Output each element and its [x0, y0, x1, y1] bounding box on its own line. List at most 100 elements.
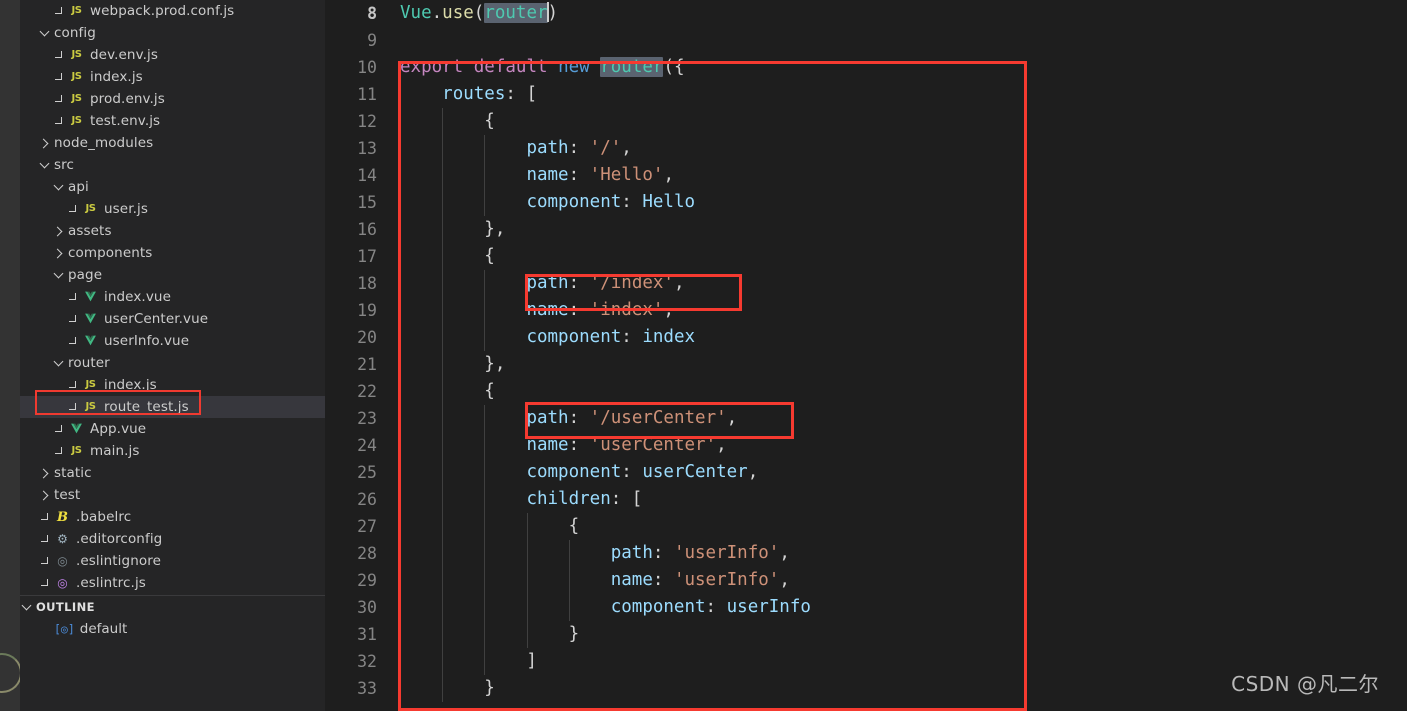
chevron-right-icon[interactable]: [38, 466, 52, 480]
code-line-text[interactable]: name: 'index',: [387, 297, 1407, 324]
code-line[interactable]: 18 path: '/index',: [325, 270, 1407, 297]
line-number: 16: [357, 220, 377, 239]
file-tree-row[interactable]: JS main.js: [20, 440, 325, 462]
file-tree-row[interactable]: JS test.env.js: [20, 110, 325, 132]
file-tree-row[interactable]: components: [20, 242, 325, 264]
chevron-down-icon[interactable]: [20, 600, 34, 614]
file-tree-row[interactable]: JS dev.env.js: [20, 44, 325, 66]
explorer-sidebar[interactable]: JS webpack.prod.conf.js config JS dev.env.js…: [20, 0, 325, 711]
chevron-down-icon[interactable]: [52, 180, 66, 194]
file-tree-row[interactable]: userCenter.vue: [20, 308, 325, 330]
file-tree-row[interactable]: JS route_test.js: [20, 396, 325, 418]
code-line[interactable]: 20 component: index: [325, 324, 1407, 351]
code-line[interactable]: 31 }: [325, 621, 1407, 648]
code-content[interactable]: 8 Vue.use(router) 9 10 export default new ro…: [325, 0, 1407, 702]
file-tree-row[interactable]: config: [20, 22, 325, 44]
code-line[interactable]: 14 name: 'Hello',: [325, 162, 1407, 189]
file-tree-row[interactable]: JS index.js: [20, 66, 325, 88]
code-line[interactable]: 9: [325, 27, 1407, 54]
outline-section-header[interactable]: OUTLINE: [20, 596, 325, 618]
file-tree[interactable]: JS webpack.prod.conf.js config JS dev.env.js…: [20, 0, 325, 594]
chevron-right-icon[interactable]: [52, 246, 66, 260]
code-line[interactable]: 21 },: [325, 351, 1407, 378]
outline-item[interactable]: [◎] default: [20, 618, 325, 640]
code-line[interactable]: 23 path: '/userCenter',: [325, 405, 1407, 432]
code-line-text[interactable]: {: [387, 378, 1407, 405]
file-tree-row[interactable]: B .babelrc: [20, 506, 325, 528]
code-line-text[interactable]: export default new router({: [387, 54, 1407, 81]
file-tree-row[interactable]: page: [20, 264, 325, 286]
code-line[interactable]: 8 Vue.use(router): [325, 0, 1407, 27]
code-token: path: [526, 408, 569, 428]
code-line[interactable]: 11 routes: [: [325, 81, 1407, 108]
code-editor[interactable]: 8 Vue.use(router) 9 10 export default new ro…: [325, 0, 1407, 711]
code-line[interactable]: 26 children: [: [325, 486, 1407, 513]
code-line-text[interactable]: {: [387, 513, 1407, 540]
code-line-text[interactable]: name: 'userInfo',: [387, 567, 1407, 594]
file-tree-row[interactable]: JS index.js: [20, 374, 325, 396]
file-tree-row[interactable]: index.vue: [20, 286, 325, 308]
code-line-text[interactable]: Vue.use(router): [387, 0, 1407, 27]
file-tree-row[interactable]: api: [20, 176, 325, 198]
file-tree-row[interactable]: test: [20, 484, 325, 506]
code-line[interactable]: 22 {: [325, 378, 1407, 405]
file-tree-row[interactable]: static: [20, 462, 325, 484]
code-line-text[interactable]: {: [387, 243, 1407, 270]
code-line[interactable]: 16 },: [325, 216, 1407, 243]
file-tree-row[interactable]: App.vue: [20, 418, 325, 440]
indent-guide: [400, 675, 401, 702]
code-line[interactable]: 30 component: userInfo: [325, 594, 1407, 621]
code-line-text[interactable]: children: [: [387, 486, 1407, 513]
chevron-right-icon[interactable]: [38, 136, 52, 150]
file-tree-row[interactable]: node_modules: [20, 132, 325, 154]
code-line-text[interactable]: name: 'Hello',: [387, 162, 1407, 189]
file-tree-row[interactable]: router: [20, 352, 325, 374]
outline-list[interactable]: [◎] default: [20, 618, 325, 640]
file-tree-row[interactable]: assets: [20, 220, 325, 242]
code-line[interactable]: 27 {: [325, 513, 1407, 540]
indent-guide: [442, 351, 444, 378]
code-line-text[interactable]: name: 'userCenter',: [387, 432, 1407, 459]
code-line-text[interactable]: }: [387, 621, 1407, 648]
code-line-text[interactable]: },: [387, 351, 1407, 378]
code-line[interactable]: 24 name: 'userCenter',: [325, 432, 1407, 459]
code-line[interactable]: 13 path: '/',: [325, 135, 1407, 162]
file-tree-row[interactable]: JS user.js: [20, 198, 325, 220]
code-line[interactable]: 17 {: [325, 243, 1407, 270]
code-line[interactable]: 15 component: Hello: [325, 189, 1407, 216]
code-line-text[interactable]: path: 'userInfo',: [387, 540, 1407, 567]
code-line[interactable]: 25 component: userCenter,: [325, 459, 1407, 486]
code-line[interactable]: 12 {: [325, 108, 1407, 135]
code-line[interactable]: 29 name: 'userInfo',: [325, 567, 1407, 594]
chevron-down-icon[interactable]: [38, 158, 52, 172]
chevron-down-icon[interactable]: [38, 26, 52, 40]
code-line-text[interactable]: {: [387, 108, 1407, 135]
code-token: }: [400, 624, 580, 644]
chevron-down-icon[interactable]: [52, 268, 66, 282]
code-line-text[interactable]: },: [387, 216, 1407, 243]
indent-guide: [568, 594, 570, 621]
code-line-text[interactable]: path: '/',: [387, 135, 1407, 162]
chevron-right-icon[interactable]: [38, 488, 52, 502]
code-line-text[interactable]: component: Hello: [387, 189, 1407, 216]
file-tree-row[interactable]: src: [20, 154, 325, 176]
chevron-right-icon[interactable]: [52, 224, 66, 238]
chevron-down-icon[interactable]: [52, 356, 66, 370]
code-line[interactable]: 19 name: 'index',: [325, 297, 1407, 324]
file-tree-row[interactable]: JS prod.env.js: [20, 88, 325, 110]
file-tree-row[interactable]: ◎ .eslintignore: [20, 550, 325, 572]
code-line-text[interactable]: routes: [: [387, 81, 1407, 108]
file-tree-row[interactable]: ◎ .eslintrc.js: [20, 572, 325, 594]
file-tree-row[interactable]: JS webpack.prod.conf.js: [20, 0, 325, 22]
code-line-text[interactable]: component: userCenter,: [387, 459, 1407, 486]
code-line-text[interactable]: component: userInfo: [387, 594, 1407, 621]
code-line-text[interactable]: component: index: [387, 324, 1407, 351]
file-tree-row[interactable]: ⚙ .editorconfig: [20, 528, 325, 550]
code-line[interactable]: 28 path: 'userInfo',: [325, 540, 1407, 567]
code-token: ({: [663, 57, 685, 77]
code-line-text[interactable]: path: '/userCenter',: [387, 405, 1407, 432]
code-line-text[interactable]: path: '/index',: [387, 270, 1407, 297]
file-tree-row[interactable]: userInfo.vue: [20, 330, 325, 352]
code-line[interactable]: 10 export default new router({: [325, 54, 1407, 81]
